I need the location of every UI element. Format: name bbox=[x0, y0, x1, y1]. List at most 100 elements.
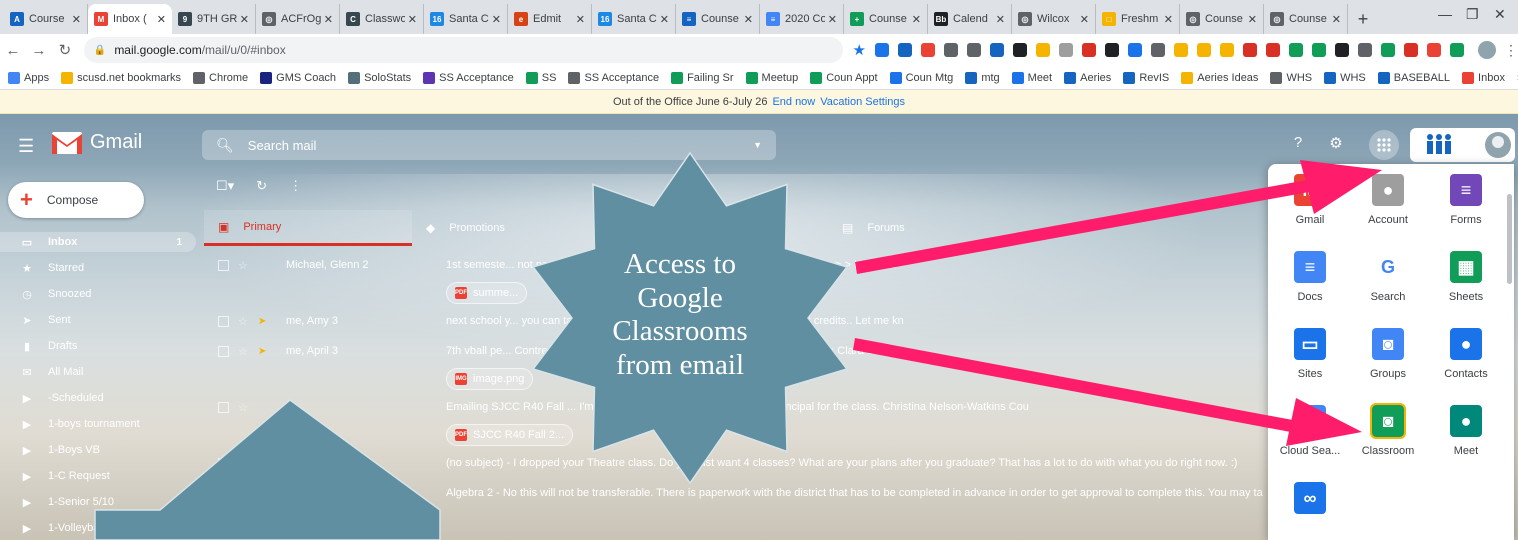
extension-icon[interactable] bbox=[1404, 43, 1418, 57]
star-toggle-icon[interactable]: ☆ bbox=[238, 487, 248, 500]
browser-tab[interactable]: A Course ✕ bbox=[4, 4, 88, 34]
search-options-icon[interactable]: ▼ bbox=[753, 140, 762, 150]
apps-panel-scrollbar[interactable] bbox=[1507, 194, 1512, 284]
google-apps-button[interactable] bbox=[1369, 130, 1399, 160]
bookmark-item[interactable]: Meetup bbox=[745, 71, 798, 84]
bookmark-item[interactable]: SS Acceptance bbox=[423, 71, 514, 84]
extension-icon[interactable] bbox=[1243, 43, 1257, 57]
browser-tab[interactable]: 16 Santa C ✕ bbox=[592, 4, 676, 34]
maximize-icon[interactable]: ❐ bbox=[1466, 6, 1479, 23]
extension-icon[interactable] bbox=[875, 43, 889, 57]
tab-close-icon[interactable]: ✕ bbox=[1080, 13, 1089, 26]
browser-tab[interactable]: ◎ Counse ✕ bbox=[1264, 4, 1348, 34]
extension-icon[interactable] bbox=[1174, 43, 1188, 57]
browser-tab[interactable]: M Inbox (✕ bbox=[88, 4, 172, 34]
extension-icon[interactable] bbox=[944, 43, 958, 57]
bookmark-item[interactable]: WHS bbox=[1270, 71, 1312, 84]
app-groups[interactable]: ◙ Groups bbox=[1348, 328, 1428, 380]
browser-tab[interactable]: Bb Calend ✕ bbox=[928, 4, 1012, 34]
attachment-chip[interactable]: IMG image.png bbox=[446, 368, 534, 390]
extension-icon[interactable] bbox=[1266, 43, 1280, 57]
bookmark-item[interactable]: GMS Coach bbox=[260, 71, 336, 84]
app-gmail[interactable]: M Gmail bbox=[1270, 174, 1350, 226]
extension-icon[interactable] bbox=[1105, 43, 1119, 57]
important-marker-icon[interactable]: ➤ bbox=[258, 346, 266, 357]
tab-close-icon[interactable]: ✕ bbox=[240, 13, 249, 26]
category-tab[interactable]: ● Social bbox=[620, 210, 828, 246]
sidebar-item[interactable]: ▭ Inbox 1 bbox=[0, 232, 196, 252]
sidebar-item[interactable]: ▶ 1-Boys VB bbox=[0, 440, 196, 460]
close-window-icon[interactable]: ✕ bbox=[1494, 6, 1506, 23]
new-tab-button[interactable]: + bbox=[1348, 4, 1378, 34]
browser-tab[interactable]: ◎ Counse ✕ bbox=[1180, 4, 1264, 34]
tab-close-icon[interactable]: ✕ bbox=[828, 13, 837, 26]
bookmark-item[interactable]: Aeries bbox=[1064, 71, 1111, 84]
browser-tab[interactable]: e Edmit ✕ bbox=[508, 4, 592, 34]
bookmark-item[interactable]: Apps bbox=[8, 71, 49, 84]
extension-icon[interactable] bbox=[1312, 43, 1326, 57]
extension-icon[interactable] bbox=[1358, 43, 1372, 57]
reload-icon[interactable]: ↻ bbox=[52, 41, 78, 59]
browser-tab[interactable]: ◎ Wilcox ✕ bbox=[1012, 4, 1096, 34]
app-more[interactable]: ∞ bbox=[1270, 482, 1350, 522]
app-sheets[interactable]: ▦ Sheets bbox=[1426, 251, 1506, 303]
tab-close-icon[interactable]: ✕ bbox=[72, 13, 81, 26]
row-checkbox[interactable] bbox=[218, 457, 229, 469]
bookmark-item[interactable]: RevIS bbox=[1123, 71, 1169, 84]
row-checkbox[interactable] bbox=[218, 401, 229, 413]
extension-icon[interactable] bbox=[898, 43, 912, 57]
app-search[interactable]: G Search bbox=[1348, 251, 1428, 303]
forward-icon[interactable]: → bbox=[26, 42, 52, 59]
bookmark-item[interactable]: SoloStats bbox=[348, 71, 411, 84]
main-menu-icon[interactable]: ☰ bbox=[18, 136, 34, 157]
sidebar-item[interactable]: ▮ Drafts bbox=[0, 336, 196, 356]
tab-close-icon[interactable]: ✕ bbox=[408, 13, 417, 26]
extension-icon[interactable] bbox=[1220, 43, 1234, 57]
tab-close-icon[interactable]: ✕ bbox=[660, 13, 669, 26]
bookmark-item[interactable]: BASEBALL bbox=[1377, 71, 1450, 84]
extension-icon[interactable] bbox=[1197, 43, 1211, 57]
extension-icon[interactable] bbox=[1059, 43, 1073, 57]
sidebar-item[interactable]: ▶ 1-C Request bbox=[0, 466, 196, 486]
browser-menu-icon[interactable]: ⋮ bbox=[1504, 42, 1518, 59]
bookmark-item[interactable]: SS bbox=[525, 71, 556, 84]
compose-button[interactable]: + Compose bbox=[8, 182, 144, 218]
sidebar-item[interactable]: ◷ Snoozed bbox=[0, 284, 196, 304]
browser-tab[interactable]: ◎ ACFrOg ✕ bbox=[256, 4, 340, 34]
select-all-checkbox[interactable]: ☐▾ bbox=[216, 178, 234, 194]
app-forms[interactable]: ≡ Forms bbox=[1426, 174, 1506, 226]
vacation-settings-link[interactable]: Vacation Settings bbox=[820, 96, 905, 108]
app-contacts[interactable]: ● Contacts bbox=[1426, 328, 1506, 380]
sidebar-item[interactable]: ✉ All Mail bbox=[0, 362, 196, 382]
bookmark-item[interactable]: Coun Appt bbox=[810, 71, 878, 84]
app-docs[interactable]: ≡ Docs bbox=[1270, 251, 1350, 303]
browser-tab[interactable]: 9 9TH GR ✕ bbox=[172, 4, 256, 34]
address-bar[interactable]: 🔒 mail.google.com/mail/u/0/#inbox bbox=[83, 37, 843, 63]
row-checkbox[interactable] bbox=[218, 315, 229, 327]
tab-close-icon[interactable]: ✕ bbox=[912, 13, 921, 26]
tab-close-icon[interactable]: ✕ bbox=[576, 13, 585, 26]
tab-close-icon[interactable]: ✕ bbox=[492, 13, 501, 26]
tab-close-icon[interactable]: ✕ bbox=[744, 13, 753, 26]
sidebar-item[interactable]: ▶ 1-Volleyball bbox=[0, 518, 196, 538]
back-icon[interactable]: ← bbox=[0, 42, 26, 59]
row-checkbox[interactable] bbox=[218, 345, 229, 357]
extension-icon[interactable] bbox=[1450, 43, 1464, 57]
settings-gear-icon[interactable]: ⚙ bbox=[1326, 134, 1346, 154]
extension-icon[interactable] bbox=[921, 43, 935, 57]
sidebar-item[interactable]: ▶ -Scheduled bbox=[0, 388, 196, 408]
search-mail-input[interactable]: 🔍︎ Search mail ▼ bbox=[202, 130, 776, 160]
app-account[interactable]: ● Account bbox=[1348, 174, 1428, 226]
browser-tab[interactable]: ≡ 2020 Co ✕ bbox=[760, 4, 844, 34]
star-toggle-icon[interactable]: ☆ bbox=[238, 315, 248, 328]
tab-close-icon[interactable]: ✕ bbox=[157, 13, 166, 26]
category-tab[interactable]: ▣ Primary bbox=[204, 210, 412, 246]
bookmark-item[interactable]: Failing Sr bbox=[671, 71, 734, 84]
app-sites[interactable]: ▭ Sites bbox=[1270, 328, 1350, 380]
app-cloud-sea[interactable]: ☁ Cloud Sea... bbox=[1270, 405, 1350, 457]
bookmark-item[interactable]: Aeries Ideas bbox=[1181, 71, 1258, 84]
refresh-icon[interactable]: ↻ bbox=[256, 178, 267, 194]
star-toggle-icon[interactable]: ☆ bbox=[238, 259, 248, 272]
bookmark-item[interactable]: scusd.net bookmarks bbox=[61, 71, 181, 84]
category-tab[interactable]: ◆ Promotions bbox=[412, 210, 620, 246]
